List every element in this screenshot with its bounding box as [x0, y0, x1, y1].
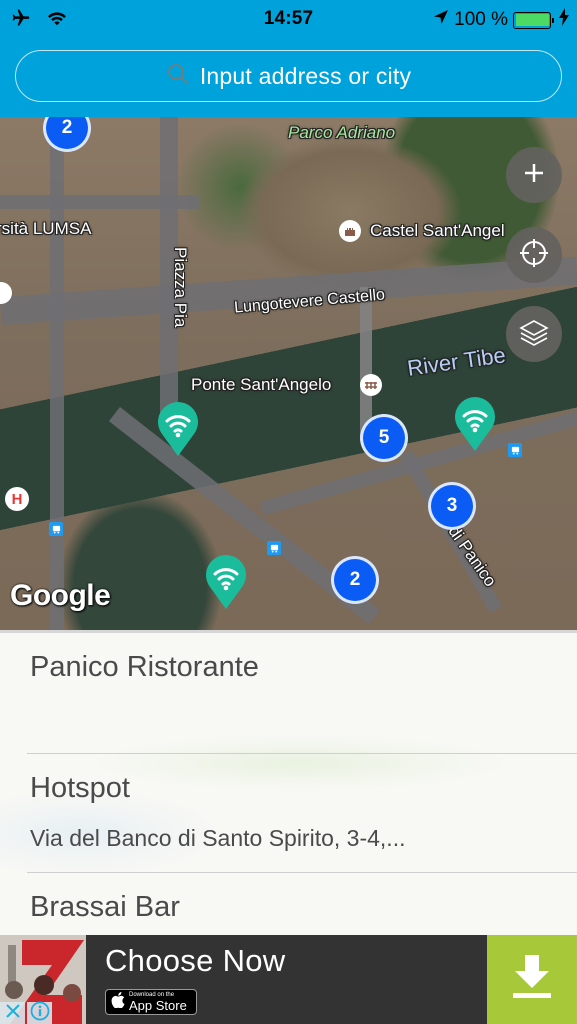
close-icon	[5, 1003, 21, 1024]
app-header: 14:57 100 % Input address or city	[0, 0, 577, 117]
ad-title: Choose Now	[105, 943, 286, 978]
hospital-icon: H	[5, 487, 29, 511]
zoom-in-button[interactable]	[506, 147, 562, 203]
bridge-icon	[360, 374, 382, 396]
wifi-hotspot-pin[interactable]	[205, 554, 247, 610]
charging-bolt-icon	[559, 8, 569, 32]
map-view[interactable]: Parco Adriano Castel Sant'Angel rsità LU…	[0, 117, 577, 630]
search-placeholder: Input address or city	[199, 62, 412, 89]
ad-download-button[interactable]	[487, 935, 577, 1024]
ad-banner[interactable]: Choose Now Download on the App Store	[0, 935, 577, 1024]
cluster-marker[interactable]: 2	[331, 556, 379, 604]
battery-percent: 100 %	[454, 9, 508, 30]
app-store-badge[interactable]: Download on the App Store	[105, 989, 197, 1015]
google-attribution-logo: Google	[10, 579, 111, 612]
wifi-hotspot-pin[interactable]	[454, 396, 496, 452]
bus-stop-icon	[49, 522, 63, 536]
bridge	[360, 287, 372, 437]
app-store-big-text: App Store	[129, 998, 187, 1013]
bus-stop-icon	[508, 443, 522, 457]
places-list[interactable]: Panico Ristorante Hotspot Via del Banco …	[0, 630, 577, 935]
list-item-title: Panico Ristorante	[30, 651, 259, 683]
plus-icon	[522, 161, 546, 190]
castle-icon	[339, 220, 361, 242]
battery-icon	[513, 11, 554, 29]
status-bar: 14:57 100 %	[0, 0, 577, 40]
layers-icon	[518, 318, 550, 351]
bus-stop-icon	[267, 541, 281, 555]
list-item-title: Brassai Bar	[30, 891, 180, 923]
crosshair-icon	[518, 237, 550, 274]
cluster-marker[interactable]: 5	[360, 414, 408, 462]
map-label-castel-santangelo: Castel Sant'Angel	[370, 221, 505, 240]
download-icon	[512, 955, 552, 1004]
map-label-ponte: Ponte Sant'Angelo	[191, 375, 332, 394]
list-item-title: Hotspot	[30, 772, 130, 804]
list-item[interactable]: Hotspot Via del Banco di Santo Spirito, …	[0, 754, 577, 872]
cluster-marker[interactable]: 3	[428, 482, 476, 530]
list-item-subtitle: Via del Banco di Santo Spirito, 3-4,...	[30, 825, 406, 851]
search-icon	[166, 62, 190, 91]
my-location-button[interactable]	[506, 227, 562, 283]
location-arrow-icon	[433, 9, 449, 31]
map-label-piazza-pia: Piazza Pia	[171, 247, 190, 328]
map-road	[0, 256, 577, 325]
map-layers-button[interactable]	[506, 306, 562, 362]
list-item[interactable]: Panico Ristorante	[0, 633, 577, 753]
battery-level	[515, 14, 549, 26]
wifi-hotspot-pin[interactable]	[157, 401, 199, 457]
list-item[interactable]: Brassai Bar	[0, 873, 577, 935]
map-label-river: River Tibe	[405, 342, 508, 381]
info-icon	[30, 1001, 50, 1024]
map-label-lumsa: rsità LUMSA	[0, 219, 92, 238]
map-road	[50, 117, 64, 630]
ad-info-button[interactable]	[27, 1001, 52, 1024]
search-input[interactable]: Input address or city	[15, 50, 562, 102]
ad-close-button[interactable]	[0, 1002, 25, 1024]
apple-icon	[111, 991, 125, 1013]
map-label-parco-adriano: Parco Adriano	[288, 123, 396, 142]
